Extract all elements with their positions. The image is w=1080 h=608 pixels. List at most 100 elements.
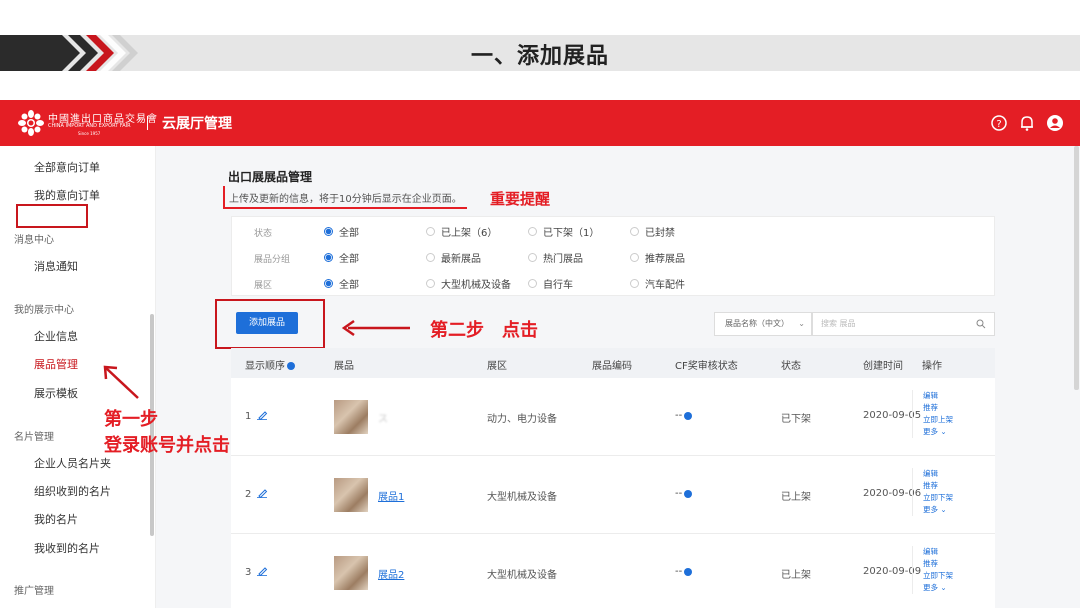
filter-group-newest[interactable]: 最新展品 (426, 250, 481, 265)
sidebar-group-cards: 名片管理 (14, 432, 54, 443)
edit-pen-icon[interactable] (256, 488, 268, 498)
user-icon[interactable] (1046, 114, 1064, 132)
recommend-link[interactable]: 推荐 (923, 402, 995, 414)
logo-text-en: CHINA IMPORT AND EXPORT FAIR (48, 123, 131, 129)
svg-text:?: ? (996, 119, 1001, 130)
exhibit-status: 已上架 (781, 570, 811, 581)
radio-icon (630, 227, 639, 236)
filter-status-all[interactable]: 全部 (324, 224, 359, 239)
search-input[interactable]: 搜索 展品 (812, 312, 995, 336)
exhibit-zone: 动力、电力设备 (487, 414, 557, 425)
app-topbar: 中國進出口商品交易會 CHINA IMPORT AND EXPORT FAIR … (0, 100, 1080, 146)
row-actions: 编辑 推荐 立即下架 更多 ⌄ (912, 468, 995, 516)
slide: 一、添加展品 中國進出口商品交易會 CHINA IMPORT AND EXPOR… (0, 0, 1080, 608)
more-link[interactable]: 更多 ⌄ (923, 504, 995, 516)
filter-label-group: 展品分组 (254, 255, 291, 265)
more-link[interactable]: 更多 ⌄ (923, 582, 995, 594)
filter-zone-bicycle[interactable]: 自行车 (528, 276, 573, 291)
search-field-select[interactable]: 展品名称（中文） ⌄ (714, 312, 812, 336)
notice-text: 上传及更新的信息，将于10分钟后显示在企业页面。 (229, 194, 462, 205)
filter-group-recommended[interactable]: 推荐展品 (630, 250, 685, 265)
radio-icon (426, 227, 435, 236)
edit-link[interactable]: 编辑 (923, 390, 995, 402)
page-title: 出口展展品管理 (228, 170, 313, 184)
exhibit-name[interactable]: ス (378, 410, 388, 425)
th-zone: 展区 (487, 361, 507, 372)
main-scrollbar[interactable] (1074, 146, 1079, 390)
radio-icon (528, 253, 537, 262)
unlist-now-link[interactable]: 立即下架 (923, 492, 995, 504)
recommend-link[interactable]: 推荐 (923, 558, 995, 570)
unlist-now-link[interactable]: 立即下架 (923, 570, 995, 582)
filter-zone-auto-parts[interactable]: 汽车配件 (630, 276, 685, 291)
step1-line1: 第一步 (104, 409, 158, 430)
exhibit-name[interactable]: 展品1 (378, 488, 404, 503)
sidebar-item-org-received-cards[interactable]: 组织收到的名片 (34, 483, 111, 499)
add-exhibit-button[interactable]: 添加展品 (236, 312, 298, 334)
search-icon[interactable] (976, 319, 986, 329)
sidebar-item-staff-cards[interactable]: 企业人员名片夹 (34, 455, 111, 471)
canton-fair-logo-icon[interactable] (18, 110, 44, 136)
radio-selected-icon (324, 253, 333, 262)
notice-marker (223, 186, 225, 208)
sidebar-group-messages: 消息中心 (14, 235, 54, 246)
important-reminder-label: 重要提醒 (490, 190, 551, 208)
table-row: 2 展品1 大型机械及设备 -- 已上架 2020-09-06 编辑 推荐 立即… (231, 456, 995, 534)
exhibit-name[interactable]: 展品2 (378, 566, 404, 581)
help-icon[interactable]: ? (990, 114, 1008, 132)
filter-status-unlisted[interactable]: 已下架（1） (528, 224, 599, 239)
exhibit-thumbnail[interactable] (334, 556, 368, 590)
topbar-divider (147, 116, 148, 130)
filter-label-status: 状态 (254, 229, 273, 239)
list-now-link[interactable]: 立即上架 (923, 414, 995, 426)
info-icon[interactable] (684, 567, 693, 576)
filter-group-hot[interactable]: 热门展品 (528, 250, 583, 265)
filter-zone-machinery[interactable]: 大型机械及设备 (426, 276, 511, 291)
edit-link[interactable]: 编辑 (923, 546, 995, 558)
filter-panel: 状态 全部 已上架（6） 已下架（1） 已封禁 展品分组 全部 最新展品 热门展… (231, 216, 995, 296)
sidebar-item-all-orders[interactable]: 全部意向订单 (34, 159, 100, 175)
exhibit-thumbnail[interactable] (334, 478, 368, 512)
radio-icon (426, 279, 435, 288)
sidebar-item-templates[interactable]: 展示模板 (34, 385, 78, 401)
filter-status-banned[interactable]: 已封禁 (630, 224, 675, 239)
exhibit-zone: 大型机械及设备 (487, 492, 557, 503)
sidebar-item-my-card[interactable]: 我的名片 (34, 511, 78, 527)
filter-label-zone: 展区 (254, 281, 273, 291)
bell-icon[interactable] (1018, 114, 1036, 132)
filter-zone-all[interactable]: 全部 (324, 276, 359, 291)
edit-pen-icon[interactable] (256, 566, 268, 576)
cf-status: -- (675, 410, 693, 421)
edit-link[interactable]: 编辑 (923, 468, 995, 480)
radio-icon (528, 227, 537, 236)
th-status: 状态 (781, 361, 801, 372)
row-order: 1 (245, 410, 268, 422)
th-order[interactable]: 显示顺序 (245, 357, 295, 372)
radio-icon (630, 279, 639, 288)
step1-arrow-icon (103, 365, 139, 399)
edit-pen-icon[interactable] (256, 410, 268, 420)
sidebar-item-company-info[interactable]: 企业信息 (34, 328, 78, 344)
more-link[interactable]: 更多 ⌄ (923, 426, 995, 438)
exhibit-thumbnail[interactable] (334, 400, 368, 434)
sidebar-item-notifications[interactable]: 消息通知 (34, 258, 78, 274)
sidebar-item-received-cards[interactable]: 我收到的名片 (34, 540, 100, 556)
exhibit-status: 已下架 (781, 414, 811, 425)
info-icon[interactable] (684, 489, 693, 498)
step2-annotation: 第二步 点击 (430, 320, 538, 341)
sidebar-item-exhibit-management[interactable]: 展品管理 (34, 356, 78, 372)
radio-icon (426, 253, 435, 262)
th-code: 展品编码 (592, 361, 632, 372)
th-exhibit: 展品 (334, 361, 354, 372)
step1-highlight-box (16, 204, 88, 228)
info-icon[interactable] (287, 362, 295, 370)
row-order: 3 (245, 566, 268, 578)
filter-group-all[interactable]: 全部 (324, 250, 359, 265)
sidebar-item-my-orders[interactable]: 我的意向订单 (34, 187, 100, 203)
sidebar-group-promotion: 推广管理 (14, 586, 54, 597)
recommend-link[interactable]: 推荐 (923, 480, 995, 492)
filter-status-listed[interactable]: 已上架（6） (426, 224, 497, 239)
step1-line2: 登录账号并点击 (104, 435, 230, 456)
info-icon[interactable] (684, 411, 693, 420)
th-created: 创建时间 (863, 361, 903, 372)
